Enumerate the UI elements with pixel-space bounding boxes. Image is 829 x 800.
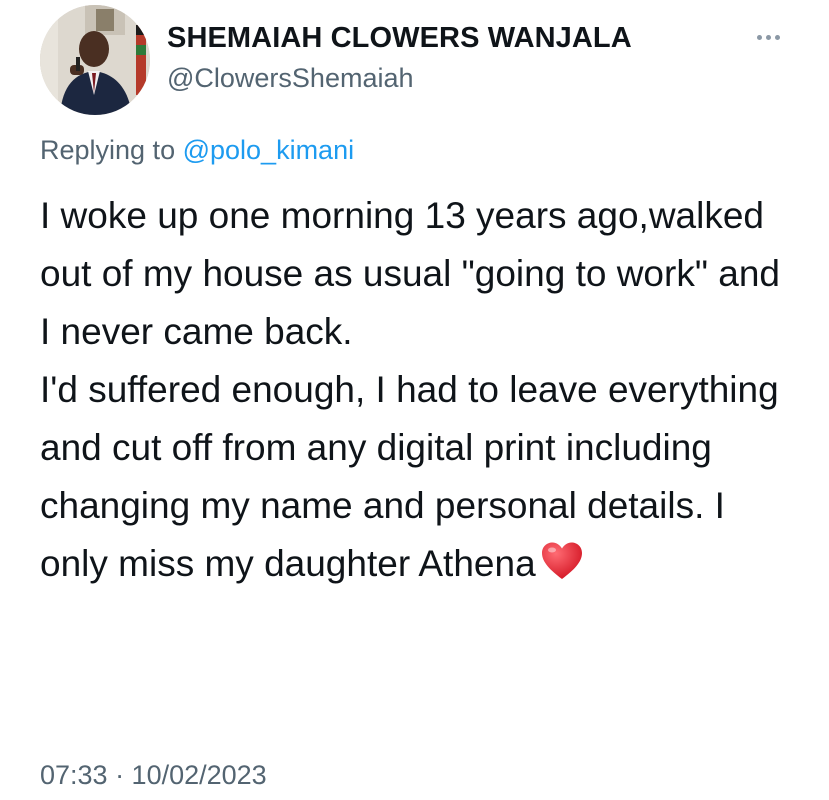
tweet-text: I woke up one morning 13 years ago,walke… (40, 187, 800, 593)
dot (774, 34, 780, 40)
tweet-body: I woke up one morning 13 years ago,walke… (40, 195, 780, 584)
author-handle[interactable]: @ClowersShemaiah (167, 63, 414, 94)
dot (756, 34, 762, 40)
replying-to: Replying to @polo_kimani (40, 135, 354, 166)
replying-to-label: Replying to (40, 135, 183, 165)
more-options-icon[interactable] (744, 22, 792, 52)
avatar[interactable] (40, 5, 150, 115)
tweet-timestamp[interactable]: 07:33 · 10/02/2023 (40, 760, 267, 791)
avatar-photo (40, 5, 150, 115)
heart-icon (540, 540, 584, 580)
dot (765, 34, 771, 40)
mention-link[interactable]: @polo_kimani (183, 135, 355, 165)
author-display-name[interactable]: SHEMAIAH CLOWERS WANJALA (167, 22, 632, 55)
